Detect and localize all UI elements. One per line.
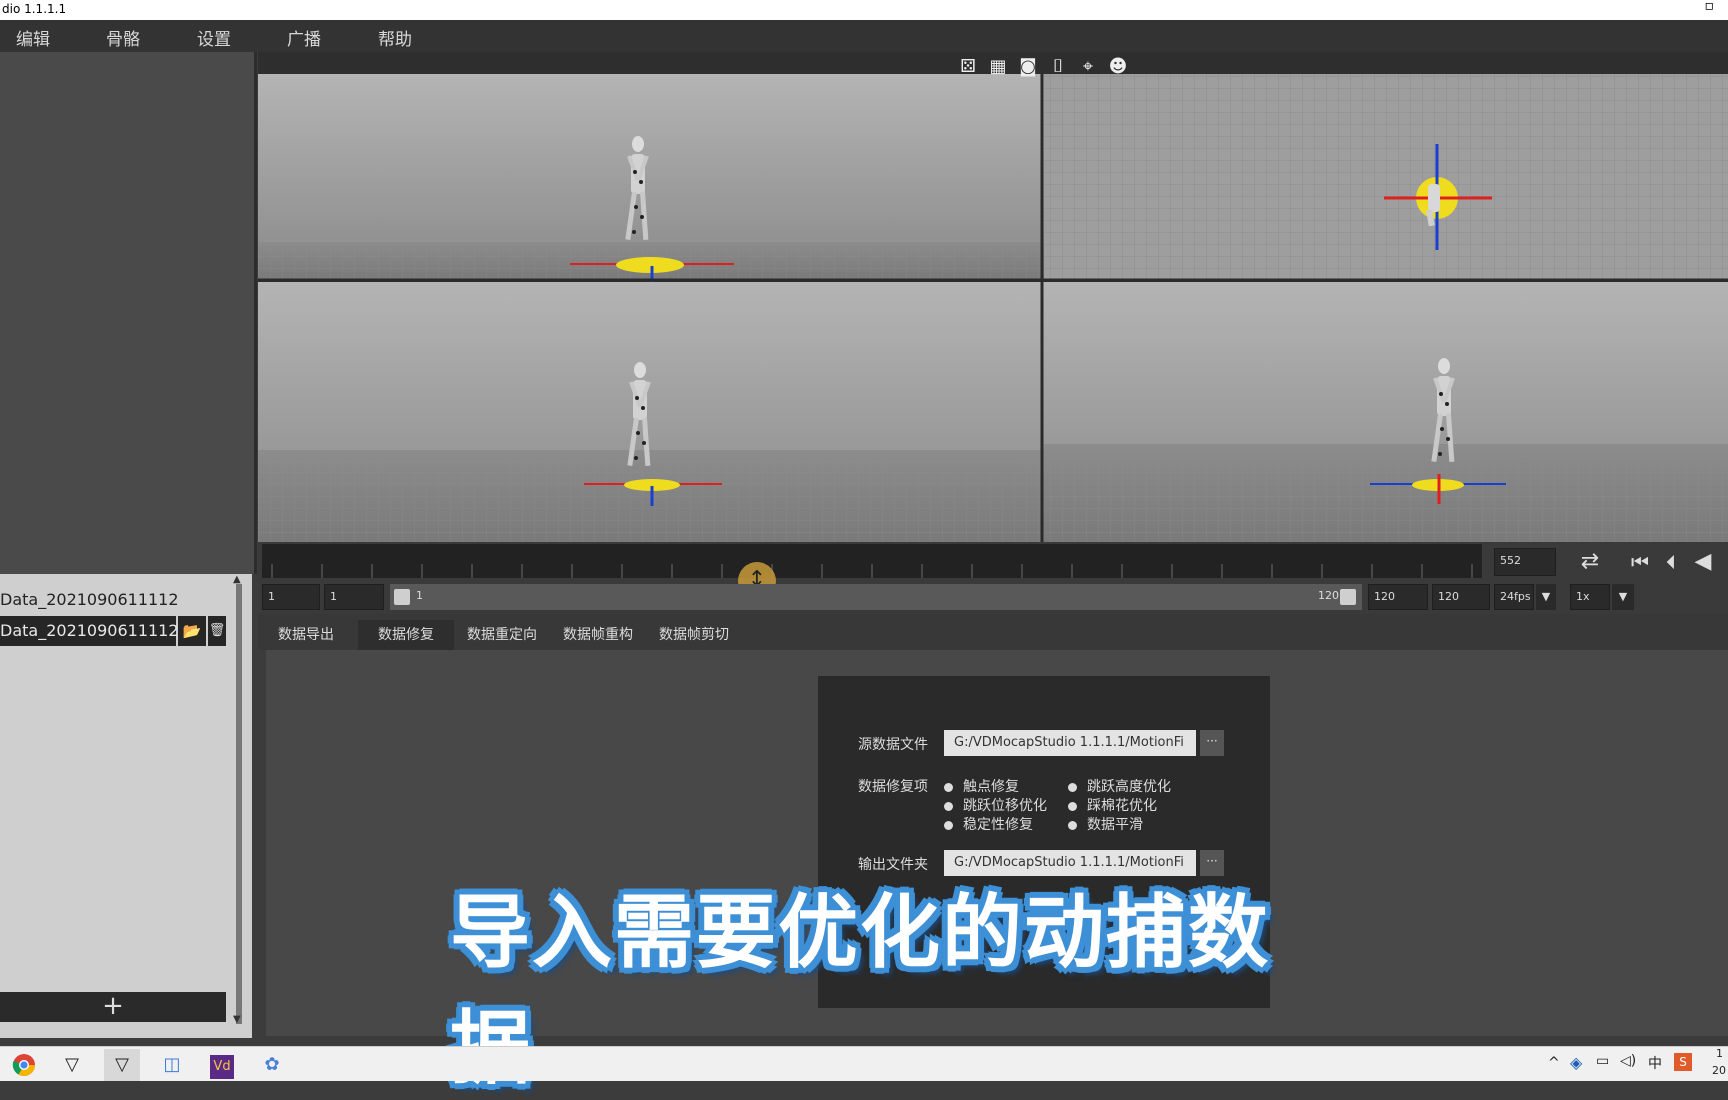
option-contact-repair[interactable]: 触点修复 xyxy=(944,776,1019,796)
source-file-label: 源数据文件 xyxy=(858,737,928,753)
tab-data-retarget[interactable]: 数据重定向 xyxy=(454,620,550,650)
browser-icon[interactable]: ◫ xyxy=(154,1049,190,1081)
scroll-down-icon[interactable]: ▼ xyxy=(233,1014,245,1025)
maximize-button[interactable]: ▫ xyxy=(1705,0,1715,14)
option-jump-displacement[interactable]: 跳跃位移优化 xyxy=(944,795,1047,815)
title-bar: dio 1.1.1.1 ▫ xyxy=(0,0,1728,20)
shield-icon[interactable]: ◈ xyxy=(1570,1053,1582,1072)
fps-select[interactable]: 24fps xyxy=(1494,584,1534,610)
option-foot-sliding[interactable]: 踩棉花优化 xyxy=(1068,795,1157,815)
folder-open-icon[interactable]: 📂 xyxy=(178,616,206,646)
source-file-field[interactable]: G:/VDMocapStudio 1.1.1.1/MotionFi xyxy=(944,730,1196,756)
speed-chevron-down-icon[interactable]: ▼ xyxy=(1612,584,1634,610)
fps-chevron-down-icon[interactable]: ▼ xyxy=(1536,584,1556,610)
speed-select[interactable]: 1x xyxy=(1570,584,1610,610)
trash-icon[interactable]: 🗑 xyxy=(208,616,226,646)
start-frame-a[interactable]: 1 xyxy=(262,584,320,610)
current-frame-field[interactable]: 552 xyxy=(1494,548,1556,576)
loop-icon[interactable]: ⇄ xyxy=(1570,548,1610,576)
end-frame-b[interactable]: 120 xyxy=(1432,584,1490,610)
menu-help[interactable]: 帮助 xyxy=(378,25,412,50)
network-icon[interactable]: ▭ xyxy=(1596,1053,1609,1069)
people-icon[interactable]: ☻ xyxy=(1107,56,1129,78)
window-title: dio 1.1.1.1 xyxy=(2,2,67,16)
tab-data-repair[interactable]: 数据修复 xyxy=(358,620,454,650)
file-list-scrollbar[interactable] xyxy=(236,584,242,1024)
taskbar: ▽ ▽ ◫ Vd ✿ ^ ◈ ▭ ◁) 中 S 1 20 xyxy=(0,1046,1728,1081)
play-reverse-icon[interactable]: ◀ xyxy=(1688,548,1718,576)
range-end-handle[interactable] xyxy=(1340,589,1356,605)
dice-icon[interactable]: ⚄ xyxy=(957,56,979,78)
menu-bar: 编辑 骨骼 设置 广播 帮助 xyxy=(0,20,1728,52)
option-stability-repair[interactable]: 稳定性修复 xyxy=(944,814,1033,834)
menu-skeleton[interactable]: 骨骼 xyxy=(106,25,140,50)
vd-app-icon-2[interactable]: ▽ xyxy=(104,1049,140,1081)
repair-items-label: 数据修复项 xyxy=(858,779,928,795)
vd-app-icon-1[interactable]: ▽ xyxy=(54,1049,90,1081)
tab-bar: 数据导出 数据修复 数据重定向 数据帧重构 数据帧剪切 xyxy=(258,614,1728,650)
skip-to-start-icon[interactable]: ⏮ xyxy=(1624,548,1656,576)
file-item-1[interactable]: Data_2021090611112 xyxy=(0,590,179,609)
file-item-2-label: Data_2021090611112 xyxy=(0,621,179,640)
sogou-icon[interactable]: S xyxy=(1674,1053,1692,1071)
tab-data-export[interactable]: 数据导出 xyxy=(258,620,354,650)
range-end-label: 120 xyxy=(1318,589,1339,602)
chrome-icon[interactable] xyxy=(6,1049,42,1081)
tray-chevron-icon[interactable]: ^ xyxy=(1548,1055,1560,1071)
menu-broadcast[interactable]: 广播 xyxy=(287,25,321,50)
target-icon[interactable]: ⌖ xyxy=(1077,56,1099,78)
camera-icon[interactable]: ◙ xyxy=(1017,56,1039,78)
range-start-handle[interactable] xyxy=(394,589,410,605)
file-item-2-selected[interactable]: Data_2021090611112 xyxy=(0,616,179,646)
option-jump-height[interactable]: 跳跃高度优化 xyxy=(1068,776,1171,796)
figure-frame-icon[interactable]: ⌷ xyxy=(1047,56,1069,78)
option-data-smoothing[interactable]: 数据平滑 xyxy=(1068,814,1143,834)
range-slider[interactable]: 1 120 xyxy=(390,584,1362,610)
start-frame-b[interactable]: 1 xyxy=(324,584,384,610)
left-panel xyxy=(0,52,257,574)
clock-line-2: 20 xyxy=(1712,1064,1726,1077)
menu-edit[interactable]: 编辑 xyxy=(16,25,50,50)
app-gear-icon[interactable]: ✿ xyxy=(254,1049,290,1081)
ime-indicator[interactable]: 中 xyxy=(1648,1053,1662,1073)
add-file-button[interactable]: + xyxy=(0,992,226,1022)
tab-frame-rebuild[interactable]: 数据帧重构 xyxy=(550,620,646,650)
step-back-icon[interactable]: ⏴ xyxy=(1658,548,1684,576)
qr-grid-icon[interactable]: ▦ xyxy=(987,56,1009,78)
scroll-up-icon[interactable]: ▲ xyxy=(233,574,245,585)
clock-line-1: 1 xyxy=(1716,1047,1723,1060)
tab-frame-cut[interactable]: 数据帧剪切 xyxy=(646,620,742,650)
file-list-panel: Data_2021090611112 Data_2021090611112 📂 … xyxy=(0,574,252,1038)
end-frame-a[interactable]: 120 xyxy=(1368,584,1428,610)
source-browse-button[interactable]: ··· xyxy=(1200,730,1224,756)
viewport-area xyxy=(258,52,1728,542)
video-caption: 导入需要优化的动捕数据 xyxy=(450,886,1270,1095)
menu-settings[interactable]: 设置 xyxy=(197,25,231,50)
volume-icon[interactable]: ◁) xyxy=(1620,1053,1636,1069)
editor-icon[interactable]: Vd xyxy=(204,1049,240,1081)
range-start-label: 1 xyxy=(416,589,423,602)
timeline-ruler[interactable] xyxy=(262,544,1482,578)
